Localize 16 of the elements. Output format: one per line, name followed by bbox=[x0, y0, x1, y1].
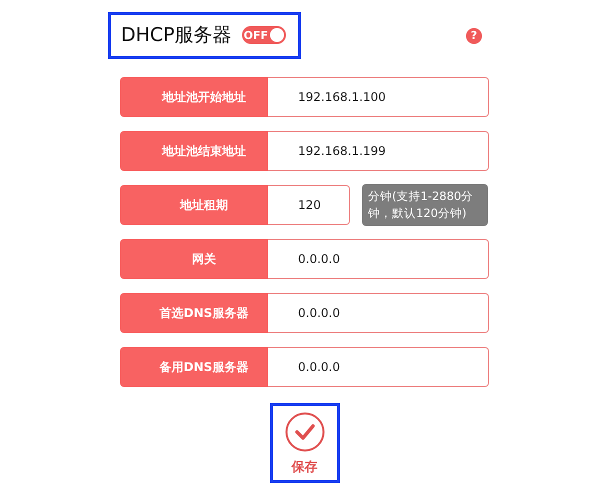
save-button[interactable]: 保存 bbox=[270, 403, 340, 483]
input-field[interactable]: 0.0.0.0 bbox=[268, 293, 489, 333]
input-field[interactable]: 0.0.0.0 bbox=[268, 347, 489, 387]
input-field[interactable]: 120 bbox=[268, 185, 350, 225]
hint-note: 分钟(支持1-2880分钟，默认120分钟) bbox=[362, 184, 488, 226]
field-label: 地址池结束地址 bbox=[120, 131, 268, 171]
input-field[interactable]: 0.0.0.0 bbox=[268, 239, 489, 279]
section-title: DHCP服务器 bbox=[121, 23, 232, 48]
field-label: 备用DNS服务器 bbox=[120, 347, 268, 387]
field-label: 网关 bbox=[120, 239, 268, 279]
input-field[interactable]: 192.168.1.199 bbox=[268, 131, 489, 171]
check-icon bbox=[284, 412, 324, 452]
input-field[interactable]: 192.168.1.100 bbox=[268, 77, 489, 117]
field-label: 地址池开始地址 bbox=[120, 77, 268, 117]
field-label: 首选DNS服务器 bbox=[120, 293, 268, 333]
field-label: 地址租期 bbox=[120, 185, 268, 225]
